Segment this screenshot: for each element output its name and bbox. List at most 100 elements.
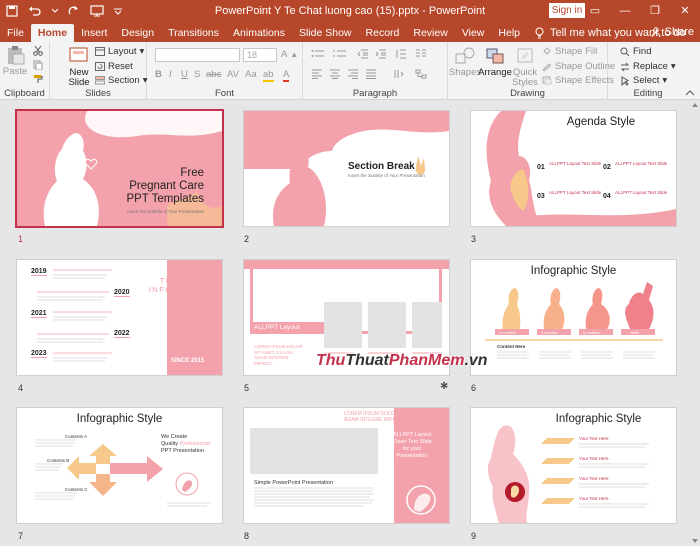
present-icon[interactable] — [90, 5, 104, 17]
tab-record[interactable]: Record — [359, 24, 407, 42]
section-label: Section — [108, 75, 140, 86]
ribbon-display-options-icon[interactable]: ▭ — [580, 0, 610, 22]
strikethrough-button[interactable]: abc — [206, 69, 221, 80]
shape-outline-button[interactable]: Shape Outline — [542, 61, 615, 72]
select-button[interactable]: Select ▾ — [620, 75, 667, 86]
copy-icon[interactable] — [33, 60, 43, 70]
undo-icon[interactable] — [28, 5, 42, 17]
scroll-up-icon[interactable] — [692, 102, 698, 107]
tab-home[interactable]: Home — [30, 24, 75, 42]
reset-button[interactable]: Reset — [95, 61, 133, 72]
paint-bucket-icon — [543, 47, 551, 55]
slide-thumbnail-3[interactable]: Agenda Style 01 ALLPPT Layout Text Slide… — [471, 111, 676, 226]
tab-animations[interactable]: Animations — [226, 24, 292, 42]
shape-effects-button[interactable]: Shape Effects — [542, 75, 614, 86]
effects-icon — [542, 76, 552, 85]
paste-button[interactable]: Paste — [3, 45, 27, 77]
title-bar: PowerPoint Y Te Chat luong cao (15).pptx… — [0, 0, 700, 22]
redo-icon[interactable] — [68, 5, 80, 17]
underline-button[interactable]: U — [181, 69, 188, 80]
clipboard-group-label: Clipboard — [4, 88, 45, 99]
slide-thumbnail-7[interactable]: Infographic Style We Create Quality Prof… — [17, 408, 222, 523]
new-slide-button[interactable]: New Slide — [66, 46, 92, 88]
slide-thumbnail-8[interactable]: LOREM IPSUM DOLOR SIT AMET, CU USU AGAM … — [244, 408, 449, 523]
tab-insert[interactable]: Insert — [74, 24, 114, 42]
slide-7-tagline: We Create Quality Professional PPT Prese… — [161, 434, 210, 455]
watermark-part-2: Thuat — [345, 352, 389, 369]
slide-thumbnail-2[interactable]: Section Break Insert the Subtitle of You… — [244, 111, 449, 226]
highlight-icon[interactable]: ab — [263, 69, 274, 82]
align-right-icon[interactable] — [347, 69, 359, 79]
slide-9-text-1: Your Text Here — [579, 436, 609, 441]
shape-effects-label: Shape Effects — [555, 75, 614, 86]
cursor-icon — [621, 75, 630, 86]
pen-icon — [542, 63, 552, 71]
tab-transitions[interactable]: Transitions — [161, 24, 226, 42]
character-spacing-icon[interactable]: AV — [227, 69, 239, 80]
slide-3-item-4-text: ALLPPT Layout Text Slide — [615, 190, 668, 195]
chevron-down-icon[interactable] — [52, 8, 58, 14]
tab-slide-show[interactable]: Slide Show — [292, 24, 359, 42]
replace-icon — [620, 62, 630, 71]
customize-toolbar-icon[interactable] — [114, 7, 122, 15]
align-center-icon[interactable] — [329, 69, 341, 79]
new-slide-icon — [69, 47, 88, 62]
tab-view[interactable]: View — [455, 24, 492, 42]
timeline-text-lines — [37, 269, 112, 362]
line-spacing-icon[interactable] — [395, 49, 407, 59]
increase-indent-icon[interactable] — [375, 49, 387, 59]
find-button[interactable]: Find — [620, 46, 651, 57]
slide-thumbnail-6[interactable]: Infographic Style 1 months 3 months 6 mo… — [471, 260, 676, 375]
increase-font-size-icon[interactable]: A ▲ — [281, 49, 298, 60]
replace-button[interactable]: Replace ▾ — [620, 61, 676, 72]
bullets-icon[interactable] — [311, 49, 325, 59]
font-size-dropdown[interactable]: 18 — [243, 48, 277, 62]
shape-fill-button[interactable]: Shape Fill — [542, 46, 597, 57]
decrease-indent-icon[interactable] — [357, 49, 369, 59]
arrange-button[interactable]: Arrange — [478, 46, 512, 78]
share-button[interactable]: Share — [651, 23, 694, 41]
align-left-icon[interactable] — [311, 69, 323, 79]
scroll-down-icon[interactable] — [692, 539, 698, 544]
quick-styles-button[interactable]: Quick Styles — [510, 46, 540, 88]
layout-button[interactable]: Layout ▾ — [95, 46, 144, 57]
maximize-button[interactable]: ❐ — [640, 0, 670, 22]
watermark-part-4: .vn — [464, 352, 488, 369]
bold-button[interactable]: B — [155, 69, 162, 80]
slide-thumbnail-1[interactable]: Free Pregnant Care PPT Templates Insert … — [17, 111, 222, 226]
tab-file[interactable]: File — [0, 24, 31, 42]
close-button[interactable]: ✕ — [670, 0, 700, 22]
format-painter-icon[interactable] — [33, 74, 43, 84]
tab-review[interactable]: Review — [406, 24, 454, 42]
font-name-dropdown[interactable] — [155, 48, 240, 62]
text-direction-icon[interactable] — [393, 69, 405, 79]
minimize-button[interactable]: — — [610, 0, 640, 22]
vertical-scrollbar[interactable] — [690, 100, 700, 546]
save-icon[interactable] — [6, 5, 18, 17]
columns-icon[interactable] — [415, 49, 427, 59]
slide-thumbnail-4[interactable]: TIMELINE INFOGRAPHIC SINCE 2015 2019 202… — [17, 260, 222, 375]
slide-number-5: 5 — [244, 383, 250, 393]
collapse-ribbon-icon[interactable] — [686, 90, 694, 96]
chevron-down-icon: ▾ — [662, 75, 668, 86]
justify-icon[interactable] — [365, 69, 377, 79]
cut-icon[interactable] — [33, 46, 43, 56]
shapes-button[interactable]: Shapes — [448, 46, 482, 78]
numbering-icon[interactable] — [333, 49, 347, 59]
shadow-button[interactable]: S — [194, 69, 200, 80]
slide-thumbnail-9[interactable]: Infographic Style Your Text Here Your Te… — [471, 408, 676, 523]
slide-9-text-4: Your Text Here — [579, 496, 609, 501]
slides-group-label: Slides — [85, 88, 111, 99]
italic-button[interactable]: I — [169, 69, 172, 80]
font-color-icon[interactable]: A — [283, 69, 290, 82]
tab-design[interactable]: Design — [114, 24, 161, 42]
tab-help[interactable]: Help — [491, 24, 527, 42]
section-button[interactable]: Section ▾ — [95, 75, 147, 86]
layout-label: Layout — [108, 46, 137, 57]
slide-5-photo-1 — [324, 302, 362, 348]
shapes-label: Shapes — [448, 67, 482, 78]
share-label: Share — [664, 26, 694, 38]
change-case-icon[interactable]: Aa — [245, 69, 257, 80]
slide-5-animation-star-icon[interactable]: ✱ — [440, 381, 448, 392]
smartart-icon[interactable] — [415, 69, 427, 79]
